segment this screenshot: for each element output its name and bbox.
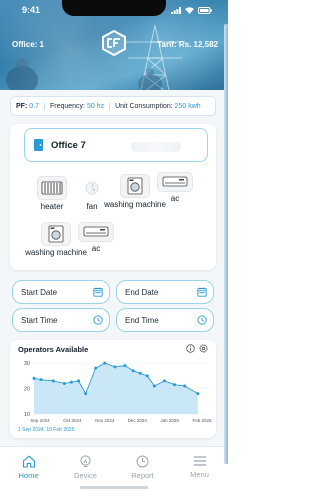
- frequency-stat: Frequency: 50 hz: [45, 102, 111, 110]
- x-tick-label: Sep 2024: [30, 418, 50, 423]
- consumption-value: 250 kwh: [174, 102, 201, 110]
- data-point: [51, 379, 55, 383]
- nav-device[interactable]: Device: [59, 455, 113, 480]
- y-tick-label: 20: [24, 387, 30, 393]
- end-time-field[interactable]: End Time: [116, 308, 214, 332]
- signal-icon: [171, 6, 181, 14]
- status-bar: 9:41: [0, 0, 228, 20]
- ac-icon: [162, 176, 188, 187]
- lightbulb-icon: [80, 455, 91, 467]
- device-ac[interactable]: ac: [143, 172, 207, 204]
- pf-value: 0.7: [29, 102, 39, 110]
- data-point: [131, 369, 135, 373]
- info-icon[interactable]: [186, 344, 195, 353]
- data-point: [145, 374, 149, 378]
- home-indicator: [80, 486, 148, 489]
- frequency-value: 50 hz: [86, 102, 105, 110]
- report-clock-icon: [136, 455, 149, 468]
- clock-icon: [93, 315, 103, 325]
- settings-gear-icon[interactable]: [199, 344, 208, 353]
- battery-icon: [198, 6, 212, 14]
- end-date-field[interactable]: End Date: [116, 280, 214, 304]
- end-date-label: End Date: [125, 287, 159, 297]
- x-tick-label: Oct 2024: [63, 418, 82, 423]
- x-tick-label: Feb 2025: [192, 418, 212, 423]
- data-point: [138, 371, 142, 375]
- chart-date-range: 1 Sep 2024, 10 Feb 2025: [18, 427, 75, 433]
- nav-report-label: Report: [131, 471, 154, 480]
- stats-strip: PF: 0.7 Frequency: 50 hz Unit Consumptio…: [10, 96, 216, 116]
- fan-icon: [85, 181, 99, 195]
- device-label: ac: [91, 244, 101, 253]
- data-point: [113, 365, 117, 369]
- home-icon: [22, 455, 35, 468]
- data-point: [103, 361, 107, 365]
- nav-home-label: Home: [18, 471, 39, 480]
- calendar-icon: [197, 287, 207, 297]
- workers-illustration: [6, 58, 162, 90]
- data-point: [84, 392, 88, 396]
- device-ac[interactable]: ac: [64, 222, 128, 254]
- current-office-label: Office: 1: [12, 40, 45, 49]
- office-card: Office 7 heater fan washing machine ac w…: [10, 124, 216, 270]
- status-time: 9:41: [22, 5, 41, 15]
- data-point: [62, 381, 66, 385]
- start-date-field[interactable]: Start Date: [12, 280, 110, 304]
- operators-chart-card: Operators Available 30 20 10 Sep 2024 Oct 20…: [10, 340, 216, 438]
- chart-title: Operators Available: [18, 345, 89, 354]
- data-point: [152, 384, 156, 388]
- office-name: Office 7: [51, 139, 86, 151]
- calendar-icon: [93, 287, 103, 297]
- data-point: [123, 364, 127, 368]
- app-screen: 9:41 Office: 1 Tarif: Rs. 12,582 PF: 0.7…: [0, 0, 228, 492]
- wifi-icon: [185, 6, 194, 14]
- pf-key: PF:: [16, 102, 28, 110]
- data-point: [94, 366, 98, 370]
- data-point: [69, 380, 73, 384]
- data-point: [32, 376, 36, 380]
- end-time-label: End Time: [125, 315, 159, 325]
- y-tick-label: 10: [24, 412, 30, 418]
- x-tick-label: Jan 2025: [160, 418, 179, 423]
- ac-icon: [83, 226, 109, 237]
- app-logo-icon: [102, 30, 126, 56]
- door-icon: [34, 139, 43, 151]
- washing-machine-icon: [48, 225, 64, 243]
- start-time-label: Start Time: [21, 315, 58, 325]
- data-point: [77, 379, 81, 383]
- consumption-key: Unit Consumption:: [115, 102, 173, 110]
- start-time-field[interactable]: Start Time: [12, 308, 110, 332]
- x-tick-label: Nov 2024: [95, 418, 115, 423]
- nav-device-label: Device: [74, 471, 97, 480]
- hamburger-menu-icon: [193, 456, 206, 466]
- tarif-label: Tarif: Rs. 12,582: [157, 40, 218, 49]
- device-tile: [78, 222, 114, 242]
- start-date-label: Start Date: [21, 287, 58, 297]
- device-tile: [157, 172, 193, 192]
- nav-report[interactable]: Report: [116, 455, 170, 480]
- y-tick-label: 30: [24, 361, 30, 367]
- nav-menu[interactable]: Menu: [173, 455, 227, 479]
- clock-icon: [197, 315, 207, 325]
- header-banner: 9:41 Office: 1 Tarif: Rs. 12,582: [0, 0, 228, 90]
- frequency-key: Frequency:: [49, 102, 85, 110]
- data-point: [39, 378, 43, 382]
- x-tick-label: Dec 2024: [128, 418, 148, 423]
- consumption-stat: Unit Consumption: 250 kwh: [110, 103, 206, 110]
- device-label: ac: [170, 194, 180, 203]
- nav-menu-label: Menu: [190, 470, 209, 479]
- office-detail-placeholder: [131, 142, 181, 152]
- data-point: [163, 379, 166, 383]
- office-selector[interactable]: Office 7: [24, 128, 208, 162]
- data-point: [173, 383, 177, 387]
- nav-home[interactable]: Home: [2, 455, 56, 480]
- pf-stat: PF: 0.7: [11, 102, 45, 110]
- data-point: [196, 392, 200, 396]
- operators-area-chart: 30 20 10Sep 2024 Oct 2024 Nov 2024 Dec 2024 Ja…: [24, 361, 212, 423]
- area-fill: [34, 363, 198, 414]
- data-point: [183, 384, 187, 388]
- washing-machine-icon: [127, 177, 143, 195]
